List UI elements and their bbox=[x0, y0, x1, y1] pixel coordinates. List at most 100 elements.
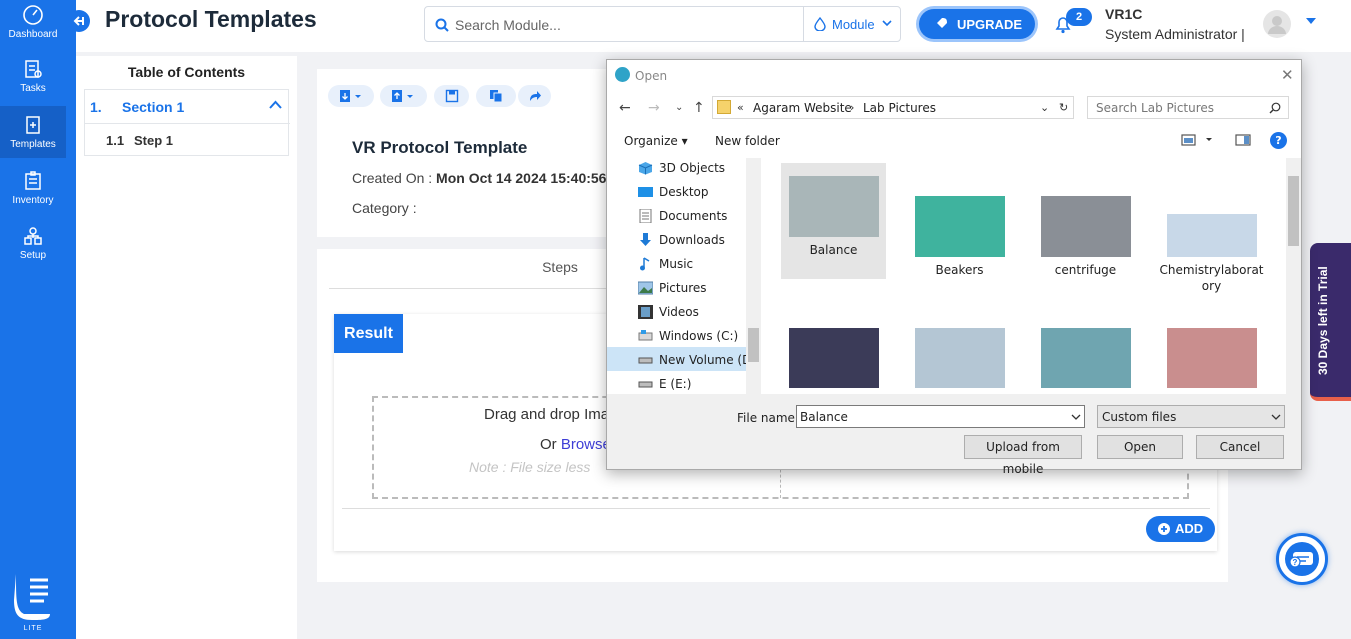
help-chat-button[interactable]: ? bbox=[1276, 533, 1328, 585]
file-item[interactable] bbox=[1159, 328, 1264, 388]
breadcrumb-overflow-icon[interactable]: « bbox=[737, 101, 744, 114]
recent-dropdown-icon[interactable]: ⌄ bbox=[675, 102, 683, 113]
logo-text: LITE bbox=[23, 625, 43, 632]
organize-label: Organize bbox=[624, 134, 678, 148]
module-search[interactable]: Search Module... Module bbox=[424, 6, 901, 42]
tree-label: Music bbox=[659, 257, 694, 271]
filename-field[interactable]: Balance bbox=[796, 405, 1085, 428]
nav-item-setup[interactable]: Setup bbox=[0, 225, 66, 261]
step-link[interactable]: Step 1 bbox=[134, 133, 173, 148]
drive-icon bbox=[638, 381, 653, 388]
file-thumbnail bbox=[914, 328, 1005, 388]
nav-item-inventory[interactable]: Inventory bbox=[0, 170, 66, 206]
file-item[interactable] bbox=[1033, 328, 1138, 388]
search-input[interactable]: Search Module... bbox=[455, 17, 561, 33]
breadcrumb-separator-icon: › bbox=[850, 101, 855, 114]
tree-label: Windows (C:) bbox=[659, 329, 739, 343]
cancel-button[interactable]: Cancel bbox=[1196, 435, 1284, 459]
section-number: 1. bbox=[90, 99, 102, 115]
share-button[interactable] bbox=[518, 85, 551, 107]
drop-icon bbox=[814, 17, 826, 31]
tree-scrollbar[interactable] bbox=[746, 158, 761, 394]
tree-scroll-thumb[interactable] bbox=[748, 328, 759, 362]
pictures-icon bbox=[638, 281, 653, 295]
refresh-icon[interactable]: ↻ bbox=[1059, 101, 1068, 114]
template-title: VR Protocol Template bbox=[352, 138, 528, 157]
chevron-up-icon[interactable] bbox=[269, 100, 282, 109]
tree-label: Videos bbox=[659, 305, 699, 319]
organize-menu[interactable]: Organize ▾ bbox=[624, 134, 688, 148]
file-item[interactable]: Beakers bbox=[907, 196, 1012, 278]
address-bar[interactable]: « Agaram Website › Lab Pictures ⌄ ↻ bbox=[712, 96, 1074, 119]
nav-label: Setup bbox=[19, 250, 47, 261]
file-size-note: Note : File size less bbox=[469, 459, 591, 475]
search-icon bbox=[1269, 102, 1281, 114]
breadcrumb-item[interactable]: Lab Pictures bbox=[863, 101, 936, 115]
nav-label: Templates bbox=[10, 139, 56, 150]
preview-pane-icon[interactable] bbox=[1235, 134, 1251, 146]
dashboard-icon bbox=[23, 5, 43, 25]
logo-icon bbox=[14, 574, 50, 620]
or-text: Or bbox=[540, 436, 561, 453]
download-icon bbox=[640, 233, 651, 246]
file-thumbnail bbox=[1040, 328, 1131, 388]
upload-button[interactable] bbox=[380, 85, 427, 107]
download-button[interactable] bbox=[328, 85, 374, 107]
file-item[interactable] bbox=[907, 328, 1012, 388]
file-item[interactable]: Chemistrylaborat ory bbox=[1159, 214, 1264, 294]
file-item[interactable]: Balance bbox=[781, 176, 886, 258]
nav-item-templates[interactable]: Templates bbox=[0, 114, 66, 150]
open-file-dialog: Open ✕ ← → ⌄ ↑ « Agaram Website › Lab Pi… bbox=[606, 59, 1302, 476]
file-item[interactable] bbox=[781, 328, 886, 388]
up-arrow-icon[interactable]: ↑ bbox=[693, 100, 705, 116]
copy-button[interactable] bbox=[476, 85, 516, 107]
step-number: 1.1 bbox=[106, 133, 125, 148]
svg-text:?: ? bbox=[1293, 558, 1298, 567]
avatar[interactable] bbox=[1263, 10, 1291, 38]
upload-from-mobile-button[interactable]: Upload from mobile bbox=[964, 435, 1082, 476]
user-menu-caret[interactable] bbox=[1306, 18, 1316, 24]
section-link[interactable]: Section 1 bbox=[122, 99, 184, 115]
nav-item-tasks[interactable]: Tasks bbox=[0, 58, 66, 94]
new-folder-button[interactable]: New folder bbox=[715, 134, 780, 148]
files-scroll-thumb[interactable] bbox=[1288, 176, 1299, 246]
chevron-down-icon[interactable]: ⌄ bbox=[1040, 101, 1049, 114]
edge-icon bbox=[615, 67, 630, 82]
close-icon[interactable]: ✕ bbox=[1281, 66, 1294, 84]
collapse-sidebar-button[interactable] bbox=[68, 10, 90, 32]
view-options-icon[interactable] bbox=[1181, 134, 1215, 146]
breadcrumb-item[interactable]: Agaram Website bbox=[753, 101, 852, 115]
save-icon bbox=[445, 89, 459, 103]
filetype-select[interactable]: Custom files bbox=[1097, 405, 1285, 428]
upgrade-button[interactable]: UPGRADE bbox=[919, 9, 1035, 39]
help-icon[interactable]: ? bbox=[1270, 132, 1287, 149]
file-thumbnail bbox=[788, 328, 879, 388]
user-role: System Administrator | bbox=[1105, 26, 1245, 42]
open-button[interactable]: Open bbox=[1097, 435, 1183, 459]
forward-arrow-icon[interactable]: → bbox=[648, 100, 660, 116]
rocket-icon bbox=[936, 18, 947, 29]
module-dropdown[interactable]: Module bbox=[803, 7, 901, 41]
browse-link[interactable]: Browse bbox=[561, 436, 611, 453]
file-label: centrifuge bbox=[1054, 263, 1117, 277]
file-item[interactable]: centrifuge bbox=[1033, 196, 1138, 278]
filename-value: Balance bbox=[800, 410, 848, 424]
music-icon bbox=[640, 257, 650, 271]
collapse-arrow-icon bbox=[73, 16, 84, 26]
trial-ribbon[interactable]: 30 Days left in Trial bbox=[1310, 243, 1351, 401]
user-name: VR1C bbox=[1105, 6, 1143, 22]
tree-label: E (E:) bbox=[659, 377, 692, 391]
nav-label: Dashboard bbox=[8, 29, 58, 40]
nav-label: Inventory bbox=[12, 195, 54, 206]
dialog-search-input[interactable]: Search Lab Pictures bbox=[1087, 96, 1289, 119]
save-button[interactable] bbox=[434, 85, 469, 107]
add-button[interactable]: ADD bbox=[1146, 516, 1215, 542]
top-header: Protocol Templates Search Module... Modu… bbox=[68, 0, 1351, 52]
back-arrow-icon[interactable]: ← bbox=[619, 100, 631, 116]
files-scrollbar[interactable] bbox=[1286, 158, 1301, 394]
inventory-icon bbox=[25, 171, 41, 190]
chevron-down-icon[interactable] bbox=[1071, 414, 1081, 421]
card-divider bbox=[342, 508, 1210, 509]
toc-divider bbox=[85, 123, 290, 124]
nav-item-dashboard[interactable]: Dashboard bbox=[0, 4, 66, 40]
